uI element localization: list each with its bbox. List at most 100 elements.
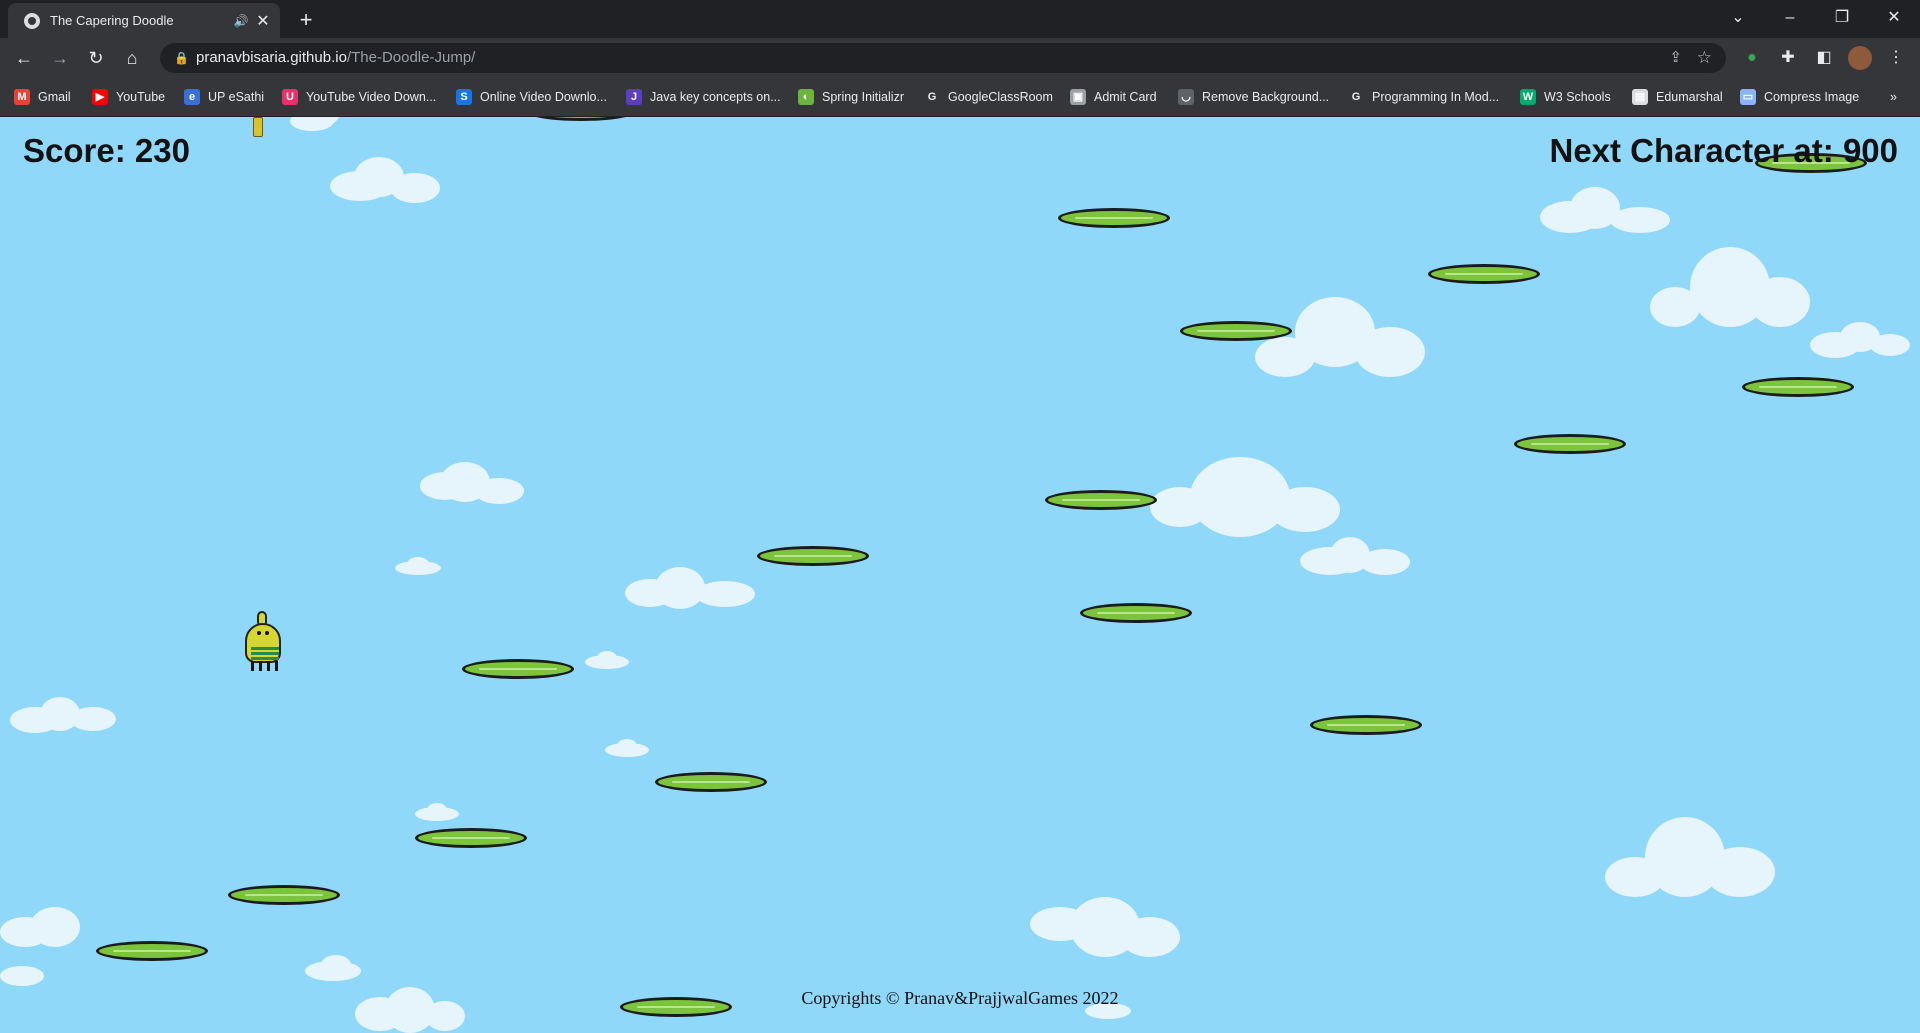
menu-kebab-icon[interactable]: ⋮	[1884, 46, 1908, 70]
doodle-leg	[267, 661, 270, 671]
bookmark-label: Gmail	[38, 90, 71, 104]
bookmark-label: Admit Card	[1094, 90, 1157, 104]
speaker-icon[interactable]: 🔊	[230, 14, 252, 28]
bookmark-item[interactable]: G GoogleClassRoom	[924, 88, 1053, 106]
next-character-label: Next Character at:	[1549, 132, 1843, 169]
compress-image-icon: ▭	[1740, 89, 1756, 105]
bullet	[253, 117, 263, 137]
bookmark-label: Edumarshal	[1656, 90, 1723, 104]
doodle-character	[243, 607, 283, 673]
bookmark-item[interactable]: ◡ Remove Background...	[1178, 88, 1329, 106]
bookmark-label: Compress Image	[1764, 90, 1860, 104]
bookmark-item[interactable]: ◐ Spring Initializr	[798, 88, 904, 106]
score-value: 230	[134, 132, 190, 169]
platform	[462, 659, 574, 679]
platform	[757, 546, 869, 566]
copyright-footer: Copyrights © Pranav&PrajjwalGames 2022	[801, 988, 1119, 1008]
edumarshal-icon: ▤	[1632, 89, 1648, 105]
bookmark-item[interactable]: ▣ Admit Card	[1070, 88, 1157, 106]
bookmark-item[interactable]: e UP eSathi	[184, 88, 264, 106]
platform	[525, 117, 637, 121]
platform	[1310, 715, 1422, 735]
doodle-leg	[259, 661, 262, 671]
restore-button[interactable]: ❐	[1822, 4, 1862, 32]
online-video-downloader-icon: S	[456, 89, 472, 105]
bookmark-item[interactable]: G Programming In Mod...	[1348, 88, 1499, 106]
tab-search-icon[interactable]: ⌄	[1718, 4, 1758, 32]
back-arrow-icon[interactable]: ←	[10, 44, 38, 72]
admit-card-icon: ▣	[1070, 89, 1086, 105]
youtube-icon: ▶	[92, 89, 108, 105]
puzzle-extensions-icon[interactable]: ✚	[1776, 46, 1800, 70]
minimize-button[interactable]: –	[1770, 4, 1810, 32]
bookmark-label: Spring Initializr	[822, 90, 904, 104]
doodle-body	[245, 623, 281, 663]
doodle-leg	[251, 661, 254, 671]
extension-green-icon[interactable]: ●	[1740, 46, 1764, 70]
home-icon[interactable]: ⌂	[118, 44, 146, 72]
esathi-icon: e	[184, 89, 200, 105]
next-character-value: 900	[1842, 132, 1898, 169]
browser-tab[interactable]: The Capering Doodle 🔊 ✕	[8, 3, 280, 38]
bookmark-item[interactable]: ▭ Compress Image	[1740, 88, 1859, 106]
bookmark-item[interactable]: ▶ YouTube	[92, 88, 165, 106]
side-panel-icon[interactable]: ◧	[1812, 46, 1836, 70]
tab-title: The Capering Doodle	[50, 13, 174, 28]
profile-avatar[interactable]	[1848, 46, 1872, 70]
platform	[1428, 264, 1540, 284]
address-bar[interactable]: 🔒 pranavbisaria.github.io/The-Doodle-Jum…	[160, 43, 1726, 73]
share-icon[interactable]: ⇪	[1669, 43, 1682, 73]
platform	[1514, 434, 1626, 454]
url-path: /The-Doodle-Jump/	[346, 49, 476, 66]
gmail-icon: M	[14, 89, 30, 105]
score-display: Score: 230	[23, 132, 190, 170]
platform	[1045, 490, 1157, 510]
bookmark-label: Remove Background...	[1202, 90, 1330, 104]
platform	[96, 941, 208, 961]
reload-icon[interactable]: ↻	[82, 44, 110, 72]
close-tab-icon[interactable]: ✕	[252, 11, 274, 31]
google-icon: G	[1351, 91, 1361, 103]
platform	[415, 828, 527, 848]
google-icon: G	[927, 91, 937, 103]
w3schools-icon: W	[1520, 89, 1536, 105]
platform	[1080, 603, 1192, 623]
platform	[655, 772, 767, 792]
platform	[1742, 377, 1854, 397]
bookmark-item[interactable]: U YouTube Video Down...	[282, 88, 436, 106]
forward-arrow-icon[interactable]: →	[46, 44, 74, 72]
youtube-downloader-icon: U	[282, 89, 298, 105]
lock-icon[interactable]: 🔒	[174, 43, 189, 73]
globe-icon	[24, 12, 40, 29]
bookmark-label: GoogleClassRoom	[948, 90, 1053, 104]
game-canvas[interactable]: Score: 230 Next Character at: 900 Copyri…	[0, 117, 1920, 1033]
doodle-eye	[257, 631, 261, 635]
bookmark-label: Java key concepts on...	[650, 90, 781, 104]
bookmark-label: YouTube	[116, 90, 166, 104]
bookmark-label: W3 Schools	[1544, 90, 1611, 104]
bookmark-item[interactable]: W W3 Schools	[1520, 88, 1611, 106]
bookmark-item[interactable]: S Online Video Downlo...	[456, 88, 607, 106]
java-icon: J	[626, 89, 642, 105]
close-window-button[interactable]: ✕	[1874, 4, 1914, 32]
remove-bg-icon: ◡	[1178, 89, 1194, 105]
bookmark-star-icon[interactable]: ☆	[1697, 43, 1712, 73]
new-tab-button[interactable]: +	[292, 6, 320, 34]
bookmarks-overflow-button[interactable]: »	[1890, 88, 1897, 106]
tab-strip: The Capering Doodle 🔊 ✕ + ⌄ – ❐ ✕	[0, 0, 1920, 38]
platform	[1058, 208, 1170, 228]
next-character-display: Next Character at: 900	[1549, 132, 1898, 170]
browser-toolbar: ← → ↻ ⌂ 🔒 pranavbisaria.github.io/The-Do…	[0, 38, 1920, 78]
bookmarks-bar: M Gmail ▶ YouTube e UP eSathi U YouTube Video D…	[0, 78, 1920, 117]
bookmark-item[interactable]: M Gmail	[14, 88, 71, 106]
platform	[228, 885, 340, 905]
platform	[1180, 321, 1292, 341]
bookmark-item[interactable]: J Java key concepts on...	[626, 88, 781, 106]
bookmark-label: YouTube Video Down...	[306, 90, 437, 104]
url-host: pranavbisaria.github.io	[196, 49, 347, 66]
doodle-leg	[275, 661, 278, 671]
spring-icon: ◐	[798, 89, 814, 105]
doodle-eye	[265, 631, 269, 635]
url-text[interactable]: pranavbisaria.github.io/The-Doodle-Jump/	[196, 43, 475, 73]
bookmark-item[interactable]: ▤ Edumarshal	[1632, 88, 1723, 106]
